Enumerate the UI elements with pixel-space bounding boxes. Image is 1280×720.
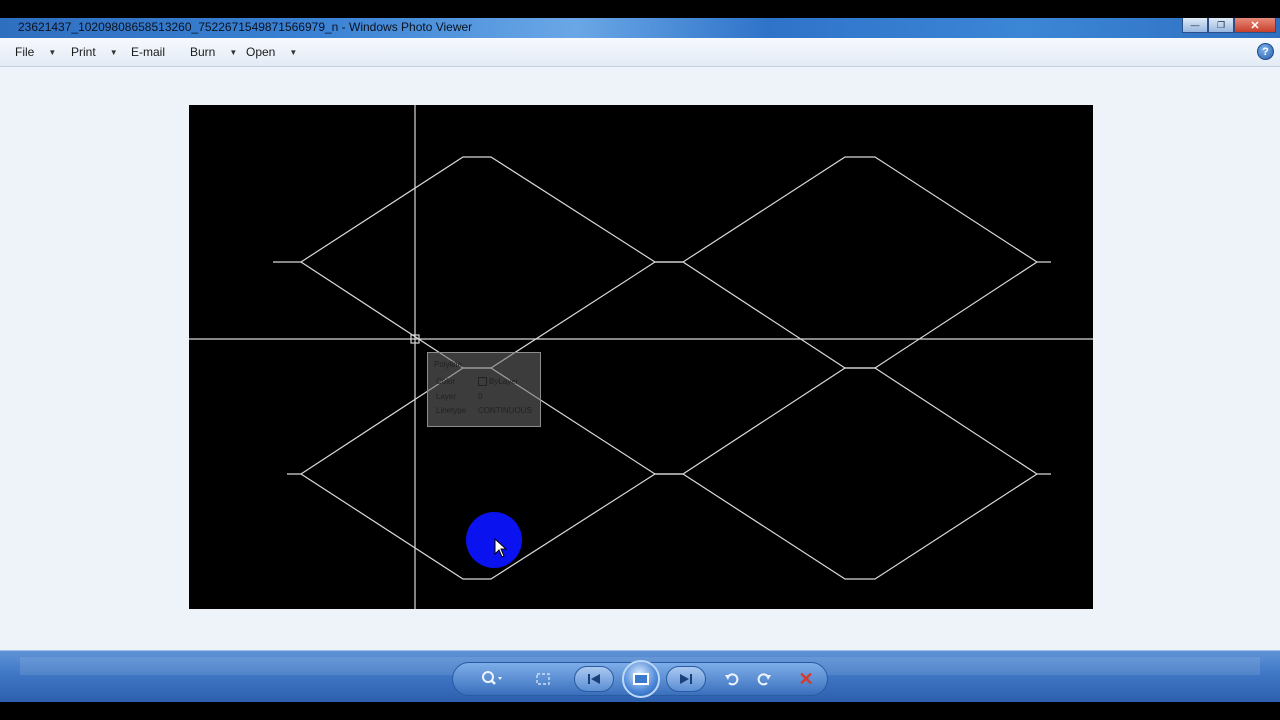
tooltip-value: 0	[478, 392, 483, 401]
title-bar: 23621437_10209808658513260_7522671549871…	[0, 0, 1280, 38]
mouse-pointer-icon	[494, 538, 508, 558]
menu-email-label: E-mail	[131, 45, 166, 59]
help-icon[interactable]: ?	[1257, 43, 1274, 60]
polyline-top-right	[682, 156, 1051, 263]
previous-icon[interactable]	[574, 666, 614, 692]
polyline-bottom	[287, 473, 1038, 580]
tooltip-key: Color	[436, 377, 456, 386]
chevron-down-icon: ▼	[289, 47, 298, 57]
screen-glyph	[633, 673, 649, 685]
screen-bottom-border	[0, 702, 1280, 720]
maximize-button[interactable]: ❐	[1208, 18, 1234, 33]
polyline-tooltip: Polyline Color ByLayer Layer 0 Linetype …	[427, 352, 541, 427]
tooltip-title: Polyline	[434, 360, 463, 369]
menu-file[interactable]: File ▼	[15, 45, 56, 59]
chevron-down-icon: ▼	[229, 47, 238, 57]
polyline-top-left	[273, 156, 683, 263]
polyline-bottom-mid	[300, 367, 1051, 475]
rotate-cw-icon[interactable]	[752, 666, 776, 692]
next-icon[interactable]	[666, 666, 706, 692]
tooltip-key: Linetype	[436, 406, 467, 415]
tooltip-value: ByLayer	[478, 377, 518, 387]
menu-bar: File ▼ Print ▼ E-mail Burn ▼ Open ▼ ?	[0, 38, 1280, 67]
window-title: 23621437_10209808658513260_7522671549871…	[18, 20, 473, 34]
minimize-button[interactable]: —	[1182, 18, 1208, 33]
magnifier-icon[interactable]	[474, 666, 510, 692]
menu-file-label: File	[15, 45, 35, 59]
fit-icon[interactable]	[530, 666, 556, 692]
menu-open[interactable]: Open ▼	[246, 45, 297, 59]
photo-viewer-window: 23621437_10209808658513260_7522671549871…	[0, 0, 1280, 720]
tooltip-row-color: Color ByLayer	[436, 377, 518, 387]
window-controls: — ❐ ✕	[1182, 18, 1276, 33]
menu-open-label: Open	[246, 45, 276, 59]
chevron-down-icon: ▼	[48, 47, 57, 57]
tooltip-row-layer: Layer 0	[436, 392, 482, 401]
menu-burn-label: Burn	[190, 45, 216, 59]
cad-drawing	[189, 105, 1093, 609]
menu-burn[interactable]: Burn ▼	[190, 45, 237, 59]
polyline-middle	[300, 261, 1038, 369]
rotate-ccw-icon[interactable]	[720, 666, 744, 692]
tooltip-key: Layer	[436, 392, 457, 401]
slideshow-icon[interactable]	[622, 660, 660, 698]
menu-print[interactable]: Print ▼	[71, 45, 118, 59]
menu-email[interactable]: E-mail	[131, 45, 165, 59]
displayed-image	[189, 105, 1093, 609]
tooltip-value: CONTINUOUS	[478, 406, 532, 415]
delete-icon[interactable]: ✕	[794, 666, 818, 692]
tooltip-row-linetype: Linetype CONTINUOUS	[436, 406, 532, 415]
chevron-down-icon: ▼	[109, 47, 118, 57]
menu-print-label: Print	[71, 45, 96, 59]
close-button[interactable]: ✕	[1234, 18, 1276, 33]
color-swatch-icon	[478, 377, 487, 387]
